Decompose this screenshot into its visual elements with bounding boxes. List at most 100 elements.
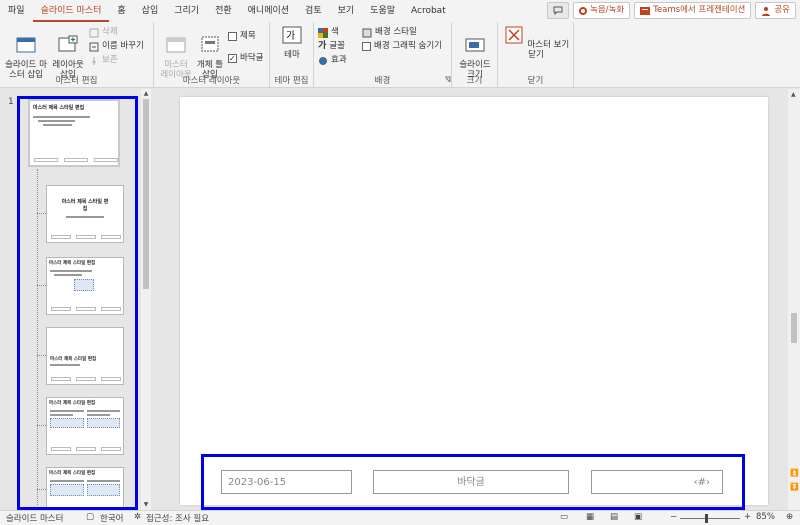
status-language[interactable]: 한국어: [100, 512, 123, 524]
record-icon: [579, 6, 588, 15]
themes-label: 테마: [284, 50, 300, 60]
rename-button[interactable]: 이름 바꾸기: [89, 40, 144, 53]
thumbnail-pane: 1 마스터 제목 스타일 편집 마스터 제목 스타일 편 집 마스터 제목 스타…: [0, 89, 152, 510]
slideshow-icon[interactable]: ▣: [634, 512, 642, 522]
scroll-up-icon[interactable]: ▲: [142, 90, 150, 98]
colors-icon: [318, 27, 328, 38]
status-accessibility[interactable]: 접근성: 조사 필요: [146, 512, 209, 524]
effects-label: 효과: [331, 55, 347, 65]
tab-slide-master[interactable]: 슬라이드 마스터: [32, 0, 110, 22]
hide-background-checkbox-box: [362, 42, 371, 51]
record-button[interactable]: 녹음/녹화: [573, 2, 631, 19]
insert-layout-button[interactable]: 레이아웃 삽입: [50, 25, 86, 80]
colors-dropdown[interactable]: 색: [318, 26, 339, 39]
tab-file[interactable]: 파일: [0, 0, 33, 22]
close-master-view-button[interactable]: 마스터 보기 닫기: [502, 25, 570, 60]
pin-icon: [92, 56, 96, 65]
globe-icon: ▢: [86, 512, 95, 522]
group-label-master-edit: 마스터 편집: [55, 76, 98, 86]
normal-view-icon[interactable]: ▭: [560, 512, 568, 522]
tab-review[interactable]: 검토: [297, 0, 330, 22]
footer-checkbox[interactable]: 바닥글: [228, 52, 263, 65]
hide-background-checkbox[interactable]: 배경 그래픽 숨기기: [362, 40, 442, 53]
fit-to-window-icon[interactable]: ⊕: [786, 512, 793, 522]
main-scroll-thumb[interactable]: [791, 313, 797, 343]
accessibility-icon: ✲: [134, 512, 142, 522]
tab-draw[interactable]: 그리기: [166, 0, 207, 22]
dialog-launcher-icon[interactable]: [444, 76, 451, 83]
background-styles-icon: [362, 28, 372, 37]
group-label-background: 배경: [374, 76, 391, 86]
group-master-layout: 마스터 레이아웃 개체 틀 삽입 제목 바닥글 마스터 레이아웃: [154, 22, 270, 88]
share-button[interactable]: 공유: [755, 2, 796, 19]
title-checkbox-label: 제목: [240, 31, 256, 41]
master-layout-button[interactable]: 마스터 레이아웃: [158, 25, 194, 80]
slide-sorter-icon[interactable]: ▦: [586, 512, 594, 522]
group-label-theme-edit: 테마 편집: [274, 76, 309, 86]
group-close: 마스터 보기 닫기 닫기: [498, 22, 574, 88]
tab-help[interactable]: 도움말: [362, 0, 403, 22]
svg-text:가: 가: [286, 30, 295, 42]
fonts-dropdown[interactable]: 가 글꼴: [318, 40, 345, 53]
teams-present-button[interactable]: Teams에서 프레젠테이션: [634, 2, 752, 19]
rename-icon: [89, 42, 99, 51]
comments-button[interactable]: [547, 2, 570, 19]
share-icon: [762, 6, 771, 16]
status-view-mode: 슬라이드 마스터: [6, 514, 64, 524]
colors-label: 색: [331, 27, 339, 37]
effects-dropdown[interactable]: 효과: [318, 54, 347, 67]
themes-button[interactable]: 가 테마: [278, 25, 306, 60]
group-label-close: 닫기: [527, 76, 544, 86]
zoom-in-icon[interactable]: +: [744, 512, 751, 522]
zoom-level[interactable]: 85%: [756, 512, 775, 522]
teams-icon: [640, 6, 651, 15]
close-master-view-label: 마스터 보기 닫기: [527, 40, 570, 60]
main-scroll-up-icon[interactable]: ▲: [791, 91, 796, 98]
comment-icon: [553, 6, 563, 15]
tab-animations[interactable]: 애니메이션: [240, 0, 297, 22]
zoom-slider-knob[interactable]: [705, 514, 708, 523]
delete-icon: [89, 28, 99, 37]
ribbon-tab-bar: 파일 슬라이드 마스터 홈 삽입 그리기 전환 애니메이션 검토 보기 도움말 …: [0, 0, 800, 22]
background-styles-dropdown[interactable]: 배경 스타일: [362, 26, 417, 39]
share-label: 공유: [774, 5, 790, 15]
tab-acrobat[interactable]: Acrobat: [403, 0, 454, 22]
prev-slide-icon[interactable]: ⏫: [790, 469, 799, 477]
close-master-icon: [505, 26, 523, 44]
group-label-master-layout: 마스터 레이아웃: [182, 76, 241, 86]
layout-icon: [58, 35, 78, 52]
delete-button[interactable]: 삭제: [89, 26, 118, 39]
title-checkbox[interactable]: 제목: [228, 30, 256, 43]
slide-size-icon: [465, 38, 485, 52]
next-slide-icon[interactable]: ⏬: [790, 483, 799, 491]
tab-home[interactable]: 홈: [109, 0, 133, 22]
group-master-edit: 슬라이드 마 스터 삽입 레이아웃 삽입 삭제 이름 바꾸기 보존 마스터 편집: [0, 22, 154, 88]
footer-checkbox-box: [228, 52, 237, 65]
insert-slide-master-button[interactable]: 슬라이드 마 스터 삽입: [4, 25, 48, 80]
insert-placeholder-button[interactable]: 개체 틀 삽입: [194, 25, 226, 80]
group-theme-edit: 가 테마 테마 편집: [270, 22, 314, 88]
group-size: 슬라이드 크기 크기: [452, 22, 498, 88]
preserve-button[interactable]: 보존: [89, 54, 118, 67]
fonts-label: 글꼴: [329, 41, 345, 51]
placeholder-icon: [201, 36, 219, 52]
scroll-down-icon[interactable]: ▼: [142, 501, 150, 509]
group-background: 색 가 글꼴 효과 배경 스타일 배경 그래픽 숨기기 배경: [314, 22, 452, 88]
tab-view[interactable]: 보기: [330, 0, 363, 22]
reading-view-icon[interactable]: ▤: [610, 512, 618, 522]
rename-label: 이름 바꾸기: [102, 41, 144, 51]
tab-insert[interactable]: 삽입: [134, 0, 167, 22]
tab-transitions[interactable]: 전환: [207, 0, 240, 22]
zoom-out-icon[interactable]: −: [670, 512, 677, 522]
record-label: 녹음/녹화: [590, 5, 625, 15]
thumbnail-scrollbar[interactable]: ▲ ▼: [141, 89, 151, 510]
delete-label: 삭제: [102, 27, 118, 37]
main-scrollbar[interactable]: ▲ ⏫ ⏬: [788, 89, 800, 510]
thumbnail-scroll-thumb[interactable]: [143, 99, 149, 289]
master-layout-icon: [166, 37, 186, 53]
slide-master-icon: [16, 37, 36, 53]
zoom-slider[interactable]: [680, 518, 740, 519]
slide-size-button[interactable]: 슬라이드 크기: [456, 25, 494, 80]
slide-editing-area: [152, 89, 788, 510]
slide-canvas[interactable]: [180, 97, 768, 505]
